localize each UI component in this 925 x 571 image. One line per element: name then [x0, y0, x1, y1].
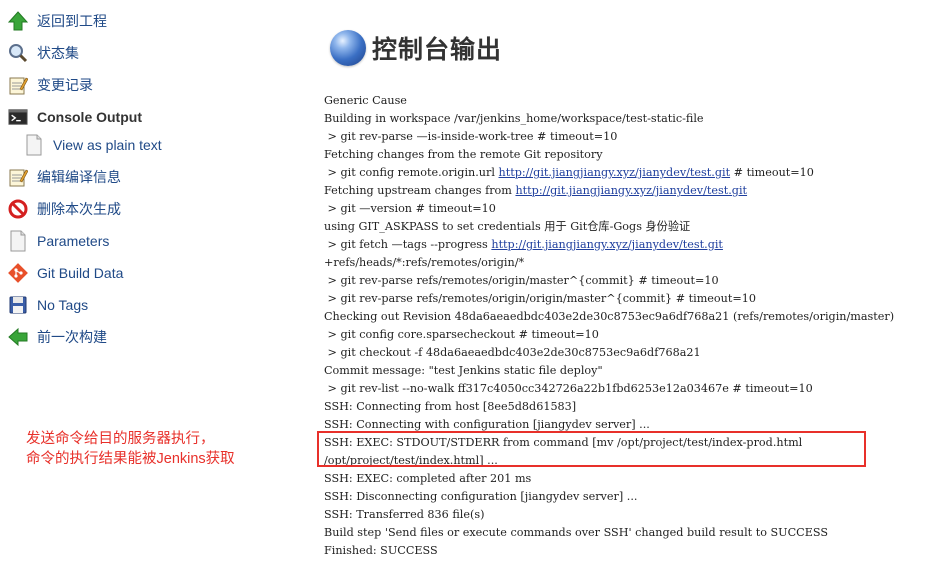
annotation-line: 发送命令给目的服务器执行，	[26, 431, 215, 447]
console-line: > git rev-parse refs/remotes/origin/mast…	[324, 274, 719, 287]
console-line: SSH: Transferred 836 file(s)	[324, 508, 485, 521]
sidebar-item-status[interactable]: 状态集	[8, 41, 79, 65]
console-line: Building in workspace /var/jenkins_home/…	[324, 112, 704, 125]
sidebar-item-back-to-project[interactable]: 返回到工程	[8, 9, 107, 33]
page-title: 控制台输出	[330, 30, 502, 66]
repo-link[interactable]: http://git.jiangjiangy.xyz/jianydev/test…	[515, 184, 747, 197]
console-line: > git rev-parse refs/remotes/origin/orig…	[324, 292, 756, 305]
sidebar-item-label: View as plain text	[53, 137, 162, 153]
console-orb-icon	[330, 30, 366, 66]
repo-link[interactable]: http://git.jiangjiangy.xyz/jianydev/test…	[491, 238, 723, 251]
highlight-box	[317, 431, 866, 467]
console-line: > git —version # timeout=10	[324, 202, 496, 215]
console-line: > git rev-list --no-walk ff317c4050cc342…	[324, 382, 813, 395]
sidebar-item-no-tags[interactable]: No Tags	[8, 293, 88, 317]
console-line: > git config core.sparsecheckout # timeo…	[324, 328, 599, 341]
console-line: > git fetch —tags --progress http://git.…	[324, 236, 924, 254]
document-icon	[8, 230, 28, 252]
console-line: Finished: SUCCESS	[324, 544, 438, 557]
console-line: SSH: EXEC: completed after 201 ms	[324, 472, 532, 485]
left-arrow-icon	[8, 327, 28, 347]
notepad-icon	[8, 75, 28, 95]
sidebar-item-label: Git Build Data	[37, 265, 124, 281]
sidebar-item-label: 状态集	[37, 45, 79, 61]
sidebar-item-label: 删除本次生成	[37, 201, 121, 217]
magnifier-icon	[8, 43, 28, 63]
annotation-line: 命令的执行结果能被Jenkins获取	[26, 451, 235, 467]
console-line: Generic Cause	[324, 94, 407, 107]
sidebar-item-label: Console Output	[37, 109, 142, 125]
console-text: # timeout=10	[730, 166, 814, 179]
sidebar-item-edit-build-info[interactable]: 编辑编译信息	[8, 165, 121, 189]
console-line: Fetching upstream changes from http://gi…	[324, 182, 924, 200]
console-line: SSH: Connecting from host [8ee5d8d61583]	[324, 400, 577, 413]
git-icon	[8, 263, 28, 283]
console-line: Build step 'Send files or execute comman…	[324, 526, 829, 539]
console-line: > git config remote.origin.url http://gi…	[324, 164, 924, 182]
sidebar-item-previous-build[interactable]: 前一次构建	[8, 325, 107, 349]
sidebar-item-parameters[interactable]: Parameters	[8, 229, 109, 253]
console-text: > git config remote.origin.url	[324, 166, 499, 179]
console-line: SSH: Disconnecting configuration [jiangy…	[324, 490, 638, 503]
document-icon	[24, 134, 44, 156]
console-text: Fetching upstream changes from	[324, 184, 516, 197]
sidebar-item-label: 前一次构建	[37, 329, 107, 345]
repo-link[interactable]: http://git.jiangjiangy.xyz/jianydev/test…	[499, 166, 731, 179]
up-arrow-icon	[8, 11, 28, 31]
annotation-note: 发送命令给目的服务器执行， 命令的执行结果能被Jenkins获取	[26, 429, 306, 469]
sidebar-item-view-plain-text[interactable]: View as plain text	[24, 133, 162, 157]
sidebar-item-delete-build[interactable]: 删除本次生成	[8, 197, 121, 221]
sidebar-item-console-output[interactable]: Console Output	[8, 105, 142, 129]
sidebar-item-changes[interactable]: 变更记录	[8, 73, 93, 97]
console-line: > git checkout -f 48da6aeaedbdc403e2de30…	[324, 346, 701, 359]
console-line: Commit message: "test Jenkins static fil…	[324, 364, 603, 377]
no-entry-icon	[8, 199, 28, 219]
page-title-text: 控制台输出	[372, 35, 503, 64]
console-text: > git fetch —tags --progress	[324, 238, 492, 251]
sidebar-item-label: 返回到工程	[37, 13, 107, 29]
notepad-icon	[8, 167, 28, 187]
console-line: using GIT_ASKPASS to set credentials 用于 …	[324, 220, 691, 233]
sidebar-item-label: 编辑编译信息	[37, 169, 121, 185]
sidebar-item-label: 变更记录	[37, 77, 93, 93]
console-line: +refs/heads/*:refs/remotes/origin/*	[324, 256, 525, 269]
console-output: Generic Cause Building in workspace /var/…	[324, 92, 924, 560]
terminal-icon	[8, 107, 28, 127]
console-line: Checking out Revision 48da6aeaedbdc403e2…	[324, 310, 895, 323]
console-line: > git rev-parse —is-inside-work-tree # t…	[324, 130, 618, 143]
console-line: Fetching changes from the remote Git rep…	[324, 148, 603, 161]
save-icon	[8, 295, 28, 315]
sidebar-item-git-build-data[interactable]: Git Build Data	[8, 261, 123, 285]
sidebar-item-label: No Tags	[37, 297, 89, 313]
sidebar-item-label: Parameters	[37, 233, 110, 249]
